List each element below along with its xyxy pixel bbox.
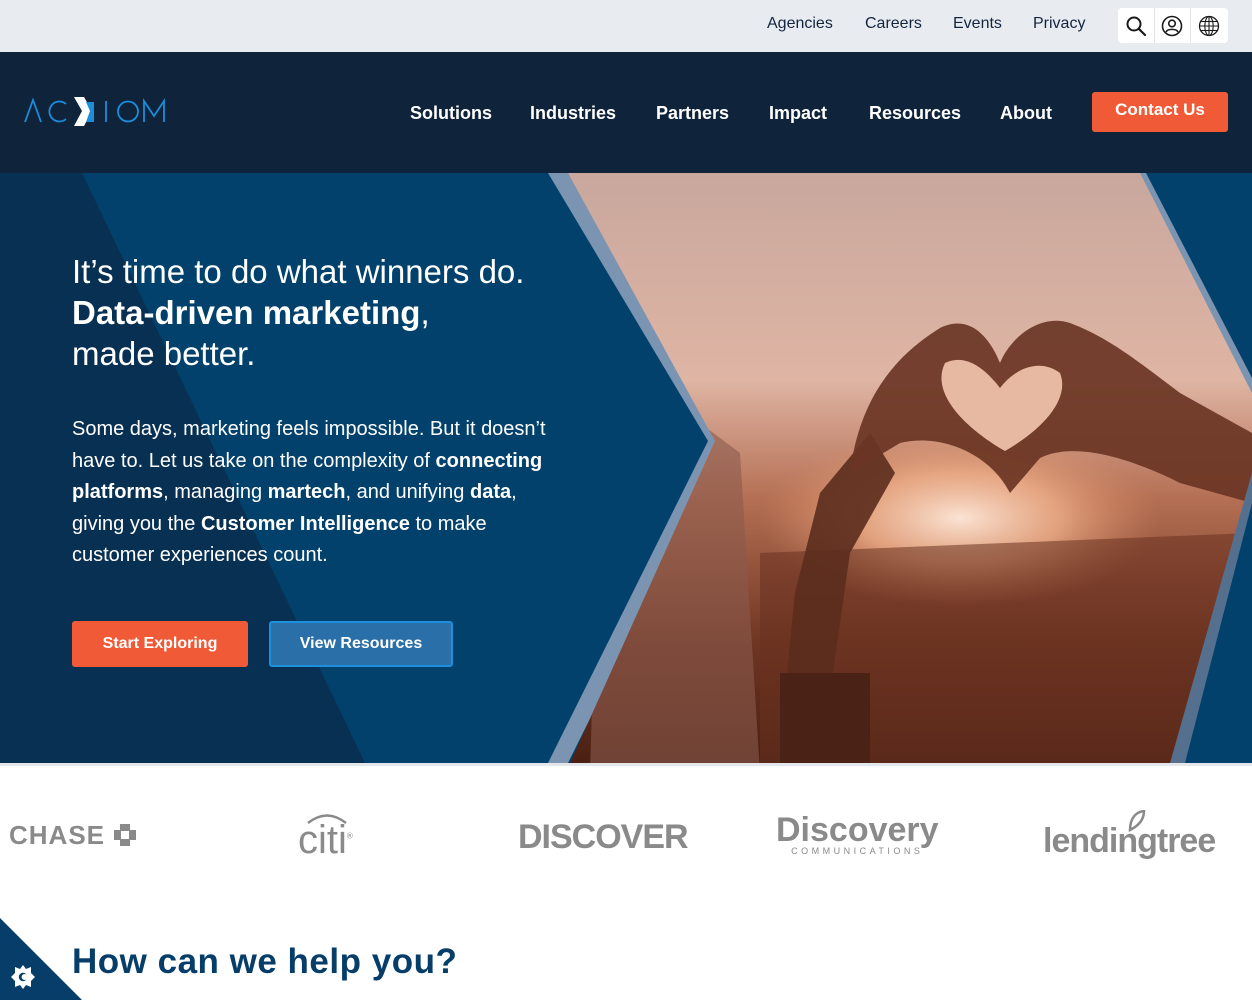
cookie-settings-button[interactable] [0, 918, 82, 1000]
body-emphasis: Customer Intelligence [200, 512, 410, 535]
chase-octagon-icon [114, 824, 137, 846]
hero-section: It’s time to do what winners do. Data-dr… [0, 173, 1252, 763]
body-emphasis: martech [267, 481, 346, 503]
headline-line-1: It’s time to do what winners do. [72, 253, 525, 290]
body-emphasis: data [469, 481, 512, 503]
acxiom-logo-mark [24, 97, 165, 126]
nav-item-partners[interactable]: Partners [656, 103, 729, 124]
main-navigation [0, 52, 1252, 173]
account-button[interactable] [1155, 8, 1192, 43]
utility-icon-group [1118, 8, 1228, 43]
discover-logo: DISCOVER [518, 818, 689, 856]
utility-link-careers[interactable]: Careers [865, 15, 922, 33]
headline-emphasis: Data-driven marketing [72, 294, 421, 331]
nav-item-resources[interactable]: Resources [869, 103, 961, 124]
chase-logo: CHASE [9, 820, 137, 851]
discovery-logo-text: Discovery [776, 811, 939, 849]
client-logo-strip: CHASE citi® DISCOVER Discovery COMMUNICA… [0, 790, 1252, 880]
search-icon [1126, 16, 1146, 36]
start-exploring-button[interactable]: Start Exploring [72, 621, 248, 667]
discovery-logo-subtext: COMMUNICATIONS [791, 846, 924, 856]
nav-item-about[interactable]: About [1000, 103, 1052, 124]
hero-body-copy: Some days, marketing feels impossible. B… [72, 414, 562, 572]
hero-photo [568, 173, 1252, 763]
nav-item-solutions[interactable]: Solutions [410, 103, 492, 124]
utility-link-privacy[interactable]: Privacy [1033, 15, 1085, 33]
citi-arc-icon [307, 814, 347, 824]
view-resources-button[interactable]: View Resources [269, 621, 453, 667]
globe-icon [1199, 15, 1220, 36]
discovery-communications-logo: Discovery COMMUNICATIONS [776, 811, 939, 856]
hero-divider [0, 763, 1252, 766]
headline-comma: , [420, 294, 430, 331]
citi-logo-text: citi [298, 818, 347, 862]
hero-copy: It’s time to do what winners do. Data-dr… [72, 251, 572, 572]
cookie-settings-corner [0, 918, 82, 1000]
chase-logo-text: CHASE [9, 820, 106, 850]
body-text: , managing [163, 481, 268, 503]
search-button[interactable] [1118, 8, 1155, 43]
utility-bar: Agencies Careers Events Privacy [0, 0, 1252, 52]
section-title: How can we help you? [72, 942, 458, 981]
nav-item-impact[interactable]: Impact [769, 103, 827, 124]
body-text: , and unifying [345, 481, 470, 503]
hero-headline: It’s time to do what winners do. Data-dr… [72, 251, 572, 374]
lendingtree-logo: lendingtree [1043, 810, 1216, 861]
leaf-icon [1128, 810, 1146, 832]
nav-item-industries[interactable]: Industries [530, 103, 616, 124]
acxiom-logo[interactable] [24, 96, 166, 133]
headline-line-3: made better. [72, 335, 256, 372]
language-button[interactable] [1191, 8, 1228, 43]
utility-link-agencies[interactable]: Agencies [767, 15, 833, 33]
contact-us-button[interactable]: Contact Us [1092, 92, 1228, 132]
citi-logo: citi® [298, 814, 353, 863]
utility-link-events[interactable]: Events [953, 15, 1002, 33]
account-icon [1162, 15, 1183, 36]
